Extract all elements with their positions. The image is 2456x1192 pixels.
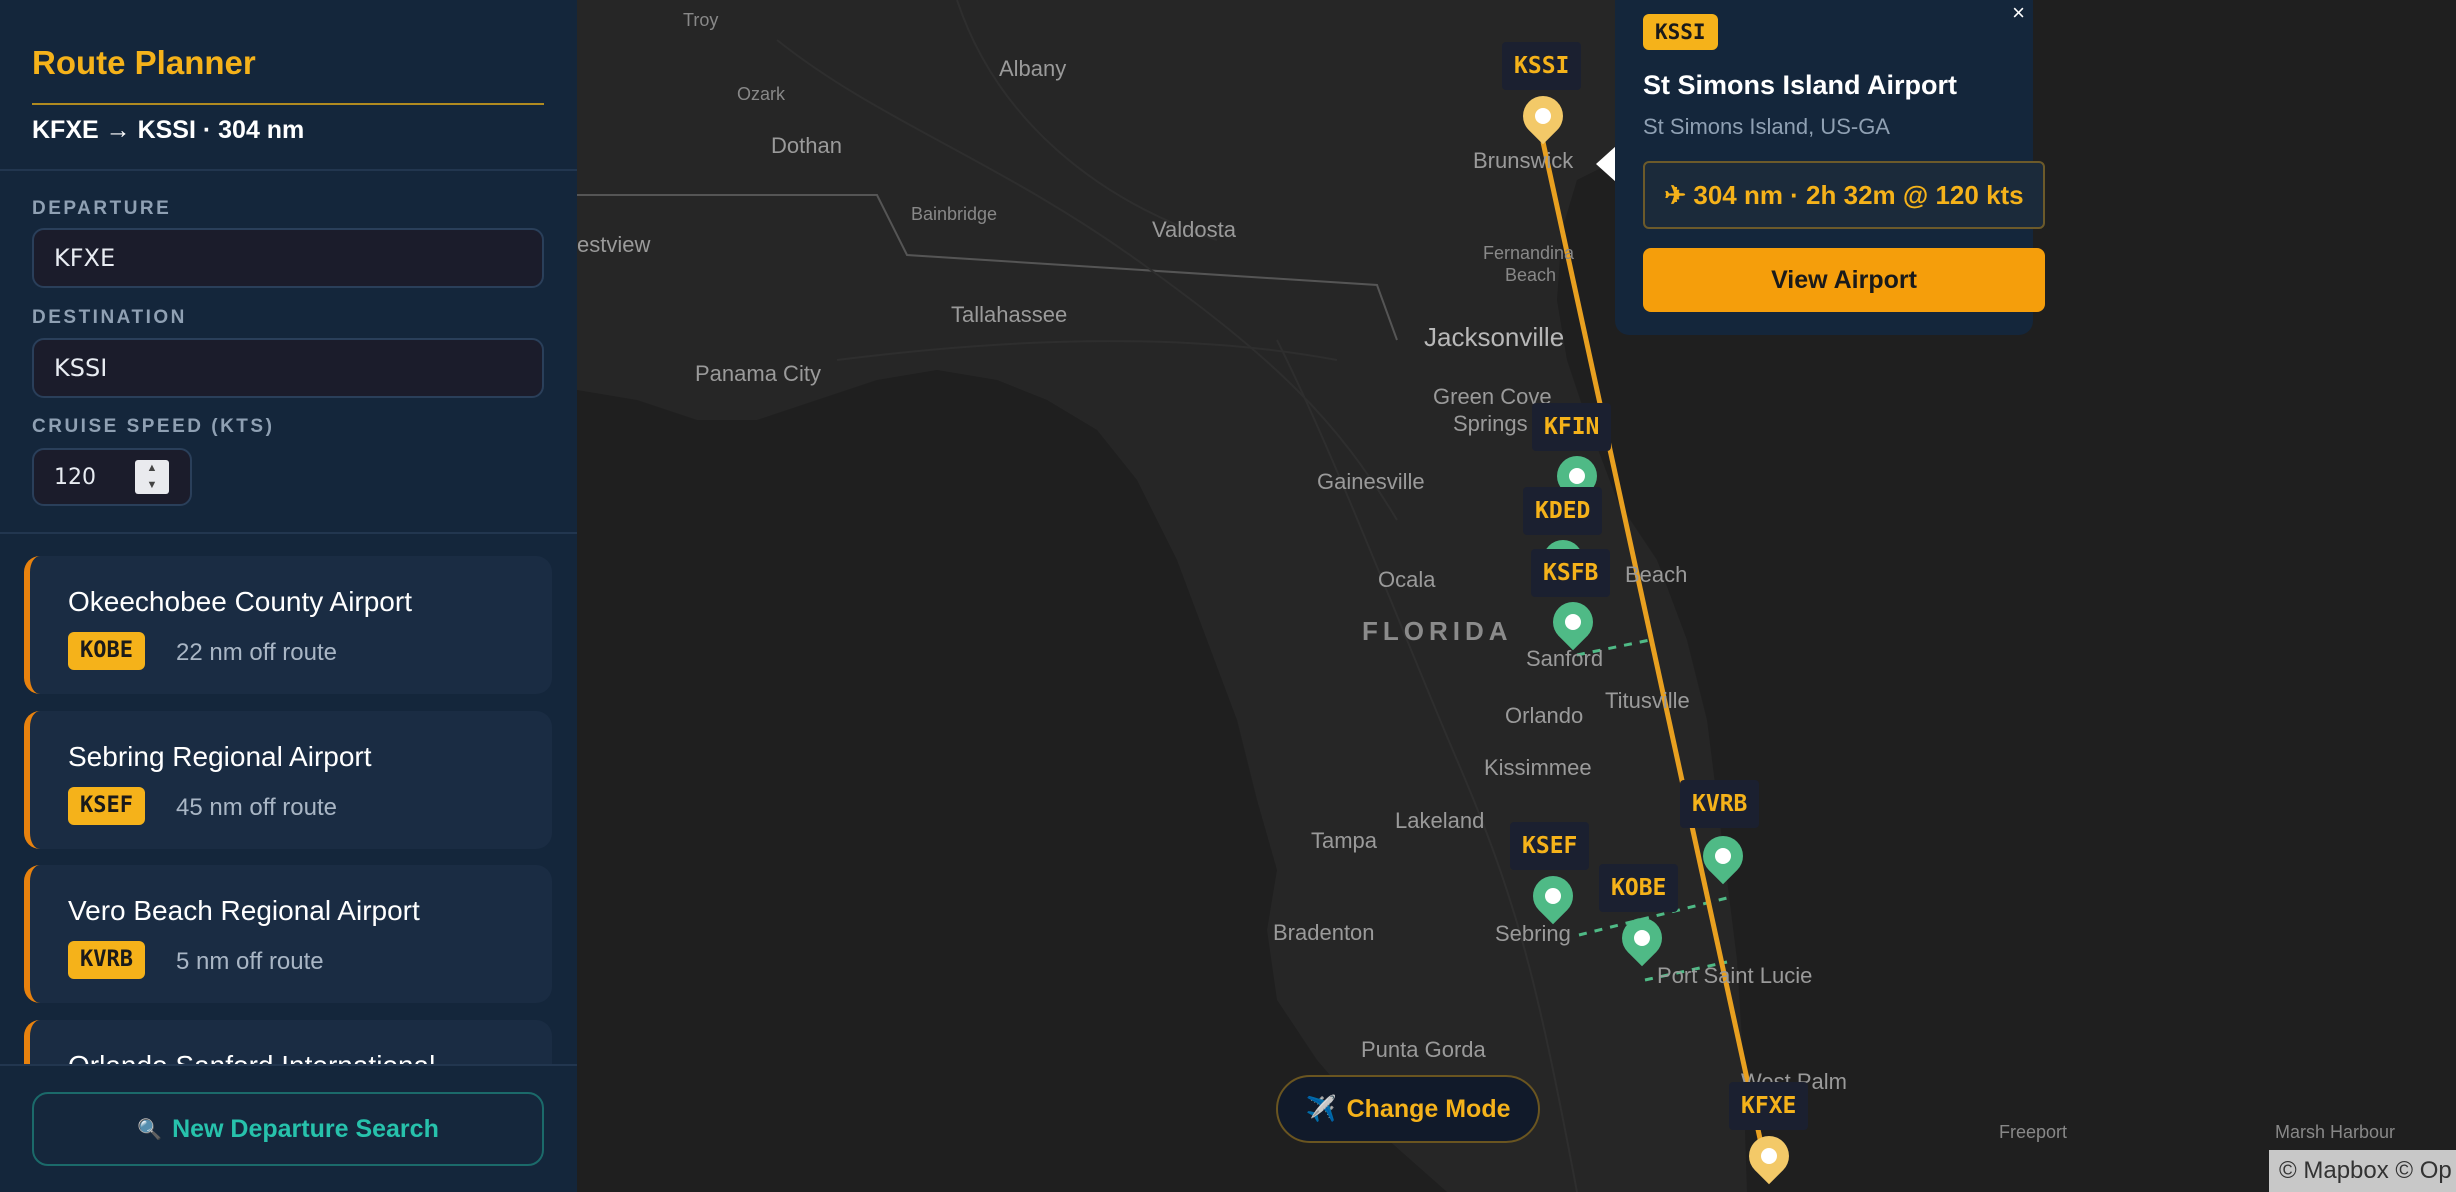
city-label: Kissimmee [1484, 755, 1592, 780]
city-label: Punta Gorda [1361, 1037, 1486, 1062]
city-label: estview [577, 232, 651, 257]
city-label: Dothan [771, 133, 842, 158]
sidebar-header: Route Planner KFXE → KSSI · 304 nm [0, 0, 577, 171]
speed-up-icon[interactable]: ▲ [135, 460, 169, 477]
city-label: Ocala [1378, 567, 1436, 592]
city-label: Troy [683, 10, 719, 30]
airport-name: Okeechobee County Airport [68, 586, 412, 617]
route-summary: KFXE → KSSI · 304 nm [32, 116, 305, 144]
close-icon[interactable]: × [2012, 0, 2025, 26]
new-departure-search-button[interactable]: 🔍 New Departure Search [32, 1092, 544, 1166]
airport-card[interactable]: Okeechobee County Airport KOBE 22 nm off… [24, 556, 552, 694]
sidebar-footer: 🔍 New Departure Search [0, 1064, 577, 1192]
departure-input[interactable] [32, 228, 544, 288]
city-label: Bradenton [1273, 920, 1375, 945]
city-label: Beach [1625, 562, 1688, 587]
sidebar: Route Planner KFXE → KSSI · 304 nm DEPAR… [0, 0, 577, 1192]
airport-offset: 22 nm off route [176, 639, 337, 666]
city-label: Bainbridge [911, 204, 998, 224]
page-title: Route Planner [32, 44, 256, 81]
destination-label: DESTINATION [32, 307, 187, 328]
departure-label: DEPARTURE [32, 198, 172, 219]
pin-label-kfxe[interactable]: KFXE [1729, 1082, 1809, 1130]
city-label: Valdosta [1152, 217, 1236, 242]
change-mode-button[interactable]: ✈️ Change Mode [1276, 1075, 1540, 1143]
city-label: Brunswick [1473, 148, 1574, 173]
airport-card[interactable]: Vero Beach Regional Airport KVRB 5 nm of… [24, 865, 552, 1003]
airport-name: Sebring Regional Airport [68, 741, 372, 772]
city-label: Panama City [695, 361, 821, 386]
city-label: Gainesville [1317, 469, 1425, 494]
pin-label-ksfb[interactable]: KSFB [1531, 549, 1611, 597]
pin-label-ksef[interactable]: KSEF [1510, 822, 1590, 870]
city-label: Springs [1453, 411, 1528, 436]
cruise-speed-stepper: ▲ ▼ [32, 448, 192, 506]
alternate-airport-list: Okeechobee County Airport KOBE 22 nm off… [0, 534, 577, 1064]
map-attribution[interactable]: © Mapbox © Op [2269, 1150, 2456, 1192]
airport-offset: 45 nm off route [176, 794, 337, 821]
city-label: Beach [1505, 265, 1557, 285]
pin-label-kvrb[interactable]: KVRB [1680, 780, 1760, 828]
airplane-icon: ✈️ [1305, 1094, 1337, 1123]
airport-card[interactable]: Orlando Sanford International [24, 1020, 552, 1064]
title-divider [32, 103, 544, 105]
airport-name: Vero Beach Regional Airport [68, 895, 420, 926]
popup-arrow [1596, 146, 1616, 182]
pin-label-kobe[interactable]: KOBE [1599, 864, 1679, 912]
city-label: Fernandina [1483, 243, 1575, 263]
popup-code-badge: KSSI [1643, 14, 1718, 50]
speed-down-icon[interactable]: ▼ [135, 477, 169, 494]
pin-label-kded[interactable]: KDED [1523, 487, 1603, 535]
airport-code-badge: KSEF [68, 787, 145, 825]
airport-name: Orlando Sanford International [68, 1050, 435, 1064]
view-airport-button[interactable]: View Airport [1643, 248, 2045, 312]
pin-label-kssi[interactable]: KSSI [1502, 42, 1582, 90]
popup-airport-name: St Simons Island Airport [1643, 70, 1958, 100]
city-label: Jacksonville [1424, 322, 1565, 352]
pin-label-kfin[interactable]: KFIN [1532, 403, 1612, 451]
destination-input[interactable] [32, 338, 544, 398]
city-label: Tampa [1311, 828, 1378, 853]
airport-popup: × KSSI St Simons Island Airport St Simon… [1615, 0, 2045, 335]
city-label: Titusville [1605, 688, 1690, 713]
city-label: Tallahassee [951, 302, 1068, 327]
city-label: Port Saint Lucie [1657, 963, 1813, 988]
city-label: Orlando [1505, 703, 1584, 728]
airport-card[interactable]: Sebring Regional Airport KSEF 45 nm off … [24, 711, 552, 849]
state-label: FLORIDA [1362, 616, 1513, 646]
city-label: Sebring [1495, 921, 1571, 946]
search-icon: 🔍 [137, 1118, 163, 1141]
speed-spinner: ▲ ▼ [135, 460, 169, 494]
map-canvas[interactable]: Troy Albany Ozark Dothan Brunswick Bainb… [577, 0, 2456, 1192]
city-label: Albany [999, 56, 1067, 81]
city-label: Marsh Harbour [2275, 1122, 2396, 1142]
city-label: Lakeland [1395, 808, 1485, 833]
city-label: Freeport [1999, 1122, 2068, 1142]
cruise-speed-label: CRUISE SPEED (KTS) [32, 416, 275, 437]
airport-code-badge: KVRB [68, 941, 145, 979]
cruise-speed-input[interactable] [34, 450, 130, 504]
change-mode-label: Change Mode [1346, 1094, 1511, 1123]
popup-route-stats: ✈ 304 nm · 2h 32m @ 120 kts [1643, 161, 2045, 229]
city-label: Sanford [1526, 646, 1604, 671]
map-background [577, 0, 2456, 1192]
new-search-label: New Departure Search [172, 1114, 439, 1143]
popup-airport-location: St Simons Island, US-GA [1643, 114, 1890, 139]
city-label: Ozark [737, 84, 786, 104]
airport-code-badge: KOBE [68, 632, 145, 670]
airport-offset: 5 nm off route [176, 948, 324, 975]
